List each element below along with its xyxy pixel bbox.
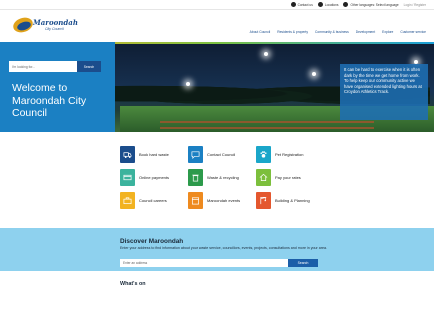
contact-us-link[interactable]: Contact us — [290, 2, 313, 7]
truck-icon — [120, 145, 135, 163]
location-pin-icon — [317, 2, 323, 7]
paw-icon — [256, 145, 271, 163]
tile-contact-council[interactable]: Contact Council — [188, 145, 252, 163]
tile-book-hard-waste[interactable]: Book hard waste — [120, 145, 184, 163]
card-icon — [120, 168, 135, 186]
tile-label: Contact Council — [207, 151, 236, 157]
address-search: Enter an address Search — [120, 259, 318, 267]
tile-pet-registration[interactable]: Pet Registration — [256, 145, 320, 163]
tile-council-careers[interactable]: Council careers — [120, 191, 184, 209]
tile-label: Online payments — [139, 174, 170, 180]
language-label: Other languages: Select language — [350, 2, 399, 7]
tile-label: Pay your rates — [275, 174, 301, 180]
site-search-button[interactable]: Search — [77, 61, 101, 72]
calendar-icon — [188, 191, 203, 209]
hero-welcome-panel: I'm looking for... Search Welcome to Mar… — [0, 42, 115, 132]
contact-us-label: Contact us — [297, 2, 313, 7]
tile-label: Maroondah events — [207, 197, 241, 203]
tile-online-payments[interactable]: Online payments — [120, 168, 184, 186]
floodlight-icon — [186, 82, 190, 86]
main-nav: About Council Residents & property Commu… — [250, 30, 426, 34]
nav-residents-property[interactable]: Residents & property — [277, 30, 308, 34]
quick-links-grid: Book hard waste Contact Council Pet Regi… — [120, 145, 320, 209]
hero-caption: It can be hard to exercise when it is of… — [340, 64, 428, 120]
nav-development[interactable]: Development — [356, 30, 375, 34]
tile-label: Waste & recycling — [207, 174, 239, 180]
address-input[interactable]: Enter an address — [120, 259, 288, 267]
welcome-heading: Welcome to Maroondah City Council — [12, 82, 87, 119]
tile-pay-your-rates[interactable]: Pay your rates — [256, 168, 320, 186]
site-search: I'm looking for... Search — [9, 61, 101, 72]
tile-label: Building & Planning — [275, 197, 310, 203]
bin-icon — [188, 168, 203, 186]
discover-section: Discover Maroondah Enter your address to… — [0, 228, 434, 271]
hero-track — [160, 121, 374, 129]
logo-name: Maroondah — [33, 18, 78, 27]
floodlight-icon — [312, 72, 316, 76]
phone-icon — [290, 2, 296, 7]
site-header: Maroondah City Council About Council Res… — [0, 10, 434, 42]
site-search-input[interactable]: I'm looking for... — [9, 61, 77, 72]
maroondah-logo[interactable]: Maroondah City Council — [11, 15, 78, 38]
briefcase-icon — [120, 191, 135, 209]
whats-on-heading: What's on — [120, 281, 146, 287]
tile-label: Council careers — [139, 197, 167, 203]
chat-icon — [188, 145, 203, 163]
floodlight-icon — [264, 52, 268, 56]
utility-bar: Contact us Locations Other languages: Se… — [0, 0, 434, 10]
house-icon — [256, 168, 271, 186]
login-register-link[interactable]: Login / Register — [404, 3, 426, 7]
hero-banner: I'm looking for... Search Welcome to Mar… — [0, 42, 434, 132]
logo-subtitle: City Council — [45, 27, 64, 31]
address-search-button[interactable]: Search — [288, 259, 318, 267]
crane-icon — [256, 191, 271, 209]
locations-label: Locations — [324, 2, 339, 7]
nav-customer-service[interactable]: Customer service — [400, 30, 426, 34]
language-selector[interactable]: Other languages: Select language — [343, 2, 399, 7]
locations-link[interactable]: Locations — [317, 2, 339, 7]
globe-icon — [343, 2, 349, 7]
tile-waste-recycling[interactable]: Waste & recycling — [188, 168, 252, 186]
tile-building-planning[interactable]: Building & Planning — [256, 191, 320, 209]
discover-description: Enter your address to find information a… — [120, 246, 327, 250]
tile-maroondah-events[interactable]: Maroondah events — [188, 191, 252, 209]
nav-community-business[interactable]: Community & business — [315, 30, 349, 34]
nav-about-council[interactable]: About Council — [250, 30, 271, 34]
nav-explore[interactable]: Explore — [382, 30, 393, 34]
tile-label: Book hard waste — [139, 151, 169, 157]
tile-label: Pet Registration — [275, 151, 304, 157]
discover-title: Discover Maroondah — [120, 238, 184, 245]
